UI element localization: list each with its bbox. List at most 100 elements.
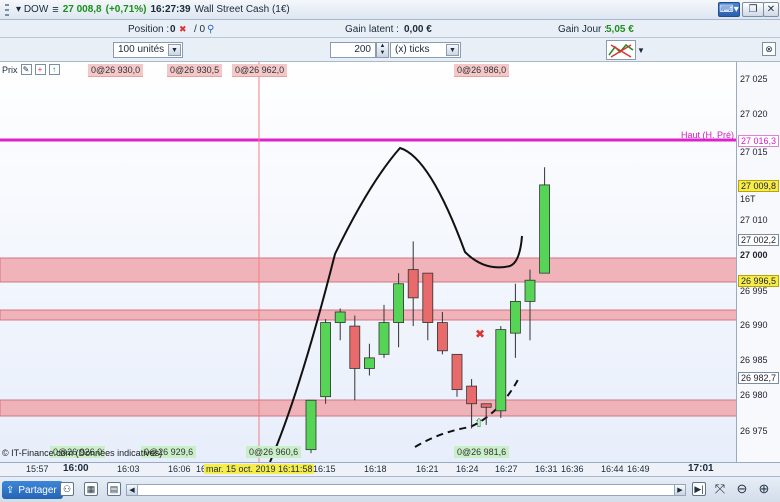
ticks-spinner[interactable]: ▲ ▼ <box>376 42 389 58</box>
chart-type-icon[interactable] <box>606 40 636 60</box>
gain-jour-label: Gain Jour : <box>558 24 607 35</box>
zoom-out-icon[interactable]: ⊖ <box>735 481 749 496</box>
chevron-down-icon[interactable]: ▼ <box>446 44 459 56</box>
order-label-top-1[interactable]: 0@26 930,0 <box>88 64 144 77</box>
grid-icon[interactable]: ▦ <box>84 482 98 496</box>
scroll-right-icon[interactable]: ▶ <box>674 484 686 496</box>
position-value: 0 <box>170 24 176 35</box>
zone-middle <box>0 309 736 321</box>
x-tick: 16:49 <box>627 464 650 474</box>
order-label-bottom-3[interactable]: 0@26 960,6 <box>246 446 302 458</box>
clock: 16:27:39 <box>150 4 191 15</box>
close-icon[interactable]: ✕ <box>763 2 779 17</box>
candle-up[interactable] <box>524 279 536 302</box>
units-select[interactable]: 100 unités ▼ <box>113 42 183 58</box>
order-label-bottom-4[interactable]: 0@26 981,6 <box>454 446 510 458</box>
title-bar: ▾ DOW ≡ 27 008,8 (+0,71%) 16:27:39 Wall … <box>0 0 780 20</box>
instrument-dropdown[interactable]: ▾ DOW <box>16 4 48 15</box>
orders-link-icon[interactable]: ⚲ <box>207 24 214 35</box>
y-tick: 27 015 <box>740 147 768 157</box>
scroll-end-icon[interactable]: ▶| <box>692 482 706 496</box>
cancel-position-icon[interactable]: ✖ <box>179 24 187 35</box>
share-button[interactable]: ⇪ Partager <box>2 481 63 499</box>
price-tag: 27 002,2 <box>738 234 780 246</box>
order-toolbar: 100 unités ▼ 200 ▲ ▼ (x) ticks ▼ ▼ ⊗ <box>0 38 780 62</box>
candle-up[interactable] <box>305 399 317 451</box>
x-tick: 16:00 <box>63 463 89 474</box>
candle-up[interactable] <box>363 357 375 369</box>
order-label-top-4[interactable]: 0@26 986,0 <box>454 64 510 77</box>
ticks-input[interactable]: 200 <box>330 42 376 58</box>
instrument-name: DOW <box>23 4 49 15</box>
scroll-left-icon[interactable]: ◀ <box>126 484 138 496</box>
binoculars-icon[interactable]: ⚇ <box>60 482 74 496</box>
position-bar: Position : 0 ✖ / 0 ⚲ Gain latent : 0,00 … <box>0 20 780 38</box>
candle-down[interactable] <box>349 325 361 369</box>
sell-marker-icon: ✖ <box>475 327 485 341</box>
film-icon[interactable]: ▤ <box>107 482 121 496</box>
zoom-in-icon[interactable]: ⊕ <box>757 481 771 496</box>
x-tick: 16:36 <box>561 464 584 474</box>
candle-up[interactable] <box>495 329 507 412</box>
chart-canvas[interactable]: ✖ ⇧ <box>0 62 737 462</box>
share-icon: ⇪ <box>6 484 15 496</box>
chart-type-dropdown-icon[interactable]: ▼ <box>637 42 647 58</box>
y-tick: 26 990 <box>740 320 768 330</box>
time-axis[interactable]: 15:57 16:00 16:03 16:06 16 mar. 15 oct. … <box>0 462 780 476</box>
orders-value: / 0 <box>194 24 206 35</box>
gain-jour-value: 5,05 € <box>606 24 634 35</box>
bottom-toolbar: ⇪ Partager ⚇ ▦ ▤ ◀ ▶ ▶| ⤧ ⊖ ⊕ <box>0 476 780 502</box>
add-green-icon[interactable]: ↑ <box>48 64 60 75</box>
y-tick: 26 975 <box>740 426 768 436</box>
candle-down[interactable] <box>422 272 434 323</box>
x-tick: 15:57 <box>26 464 49 474</box>
tools-icon[interactable]: ✎ <box>20 64 32 75</box>
candle-down[interactable] <box>466 385 478 405</box>
x-tick: 16:03 <box>117 464 140 474</box>
chart-settings-icon[interactable]: ⊗ <box>762 42 776 56</box>
haut-label: Haut (H. Pré) <box>680 130 734 140</box>
x-tick: 17:01 <box>688 463 714 474</box>
price-chart[interactable]: ✖ ⇧ Prix ✎ + ↑ 0@26 930,0 0@26 930,5 0@2… <box>0 62 737 462</box>
x-tick: 16:21 <box>416 464 439 474</box>
x-tick: 16:24 <box>456 464 479 474</box>
add-red-icon[interactable]: + <box>34 64 46 75</box>
candle-up[interactable] <box>509 300 521 334</box>
candle-up[interactable] <box>393 283 405 323</box>
zone-upper <box>0 257 736 283</box>
order-label-top-2[interactable]: 0@26 930,5 <box>167 64 223 77</box>
candle-down[interactable] <box>407 269 419 299</box>
x-tick: 16:18 <box>364 464 387 474</box>
share-label: Partager <box>18 484 57 496</box>
zone-lower <box>0 399 736 417</box>
y-tick: 27 010 <box>740 215 768 225</box>
restore-icon[interactable]: ❐ <box>742 2 764 17</box>
ticks-unit-value: (x) ticks <box>395 44 430 55</box>
x-tick: 16:31 <box>535 464 558 474</box>
grip-icon[interactable] <box>2 3 12 17</box>
x-tick: 16:27 <box>495 464 518 474</box>
buy-marker-icon: ⇧ <box>474 416 484 430</box>
ticks-unit-select[interactable]: (x) ticks ▼ <box>390 42 461 58</box>
candle-up[interactable] <box>539 184 550 274</box>
position-label: Position : <box>128 24 170 35</box>
ticks-value: 200 <box>354 44 371 55</box>
keyboard-icon[interactable]: ⌨▾ <box>718 2 740 17</box>
price-axis[interactable]: 27 025 27 020 27 016,3 27 015 27 009,8 1… <box>737 62 780 462</box>
order-label-top-3[interactable]: 0@26 962,0 <box>232 64 288 77</box>
instrument-menu-icon[interactable]: ≡ <box>52 4 58 16</box>
y-tick: 26 985 <box>740 355 768 365</box>
candle-down[interactable] <box>480 403 492 408</box>
candle-up[interactable] <box>378 322 390 355</box>
price-tag: 26 982,7 <box>738 372 780 384</box>
candle-down[interactable] <box>436 322 448 352</box>
candle-up[interactable] <box>334 311 346 323</box>
candle-down[interactable] <box>451 353 463 391</box>
chart-scrollbar[interactable]: ◀ ▶ <box>126 484 686 496</box>
fullscreen-icon[interactable]: ⤧ <box>713 481 727 496</box>
ticks-count-tag: 16T <box>740 194 756 204</box>
chevron-down-icon[interactable]: ▼ <box>168 44 181 56</box>
instrument-full-name: Wall Street Cash (1€) <box>194 4 290 15</box>
copyright-note: © IT-Finance.com (Données indicatives) <box>2 448 163 458</box>
candle-up[interactable] <box>320 322 332 398</box>
